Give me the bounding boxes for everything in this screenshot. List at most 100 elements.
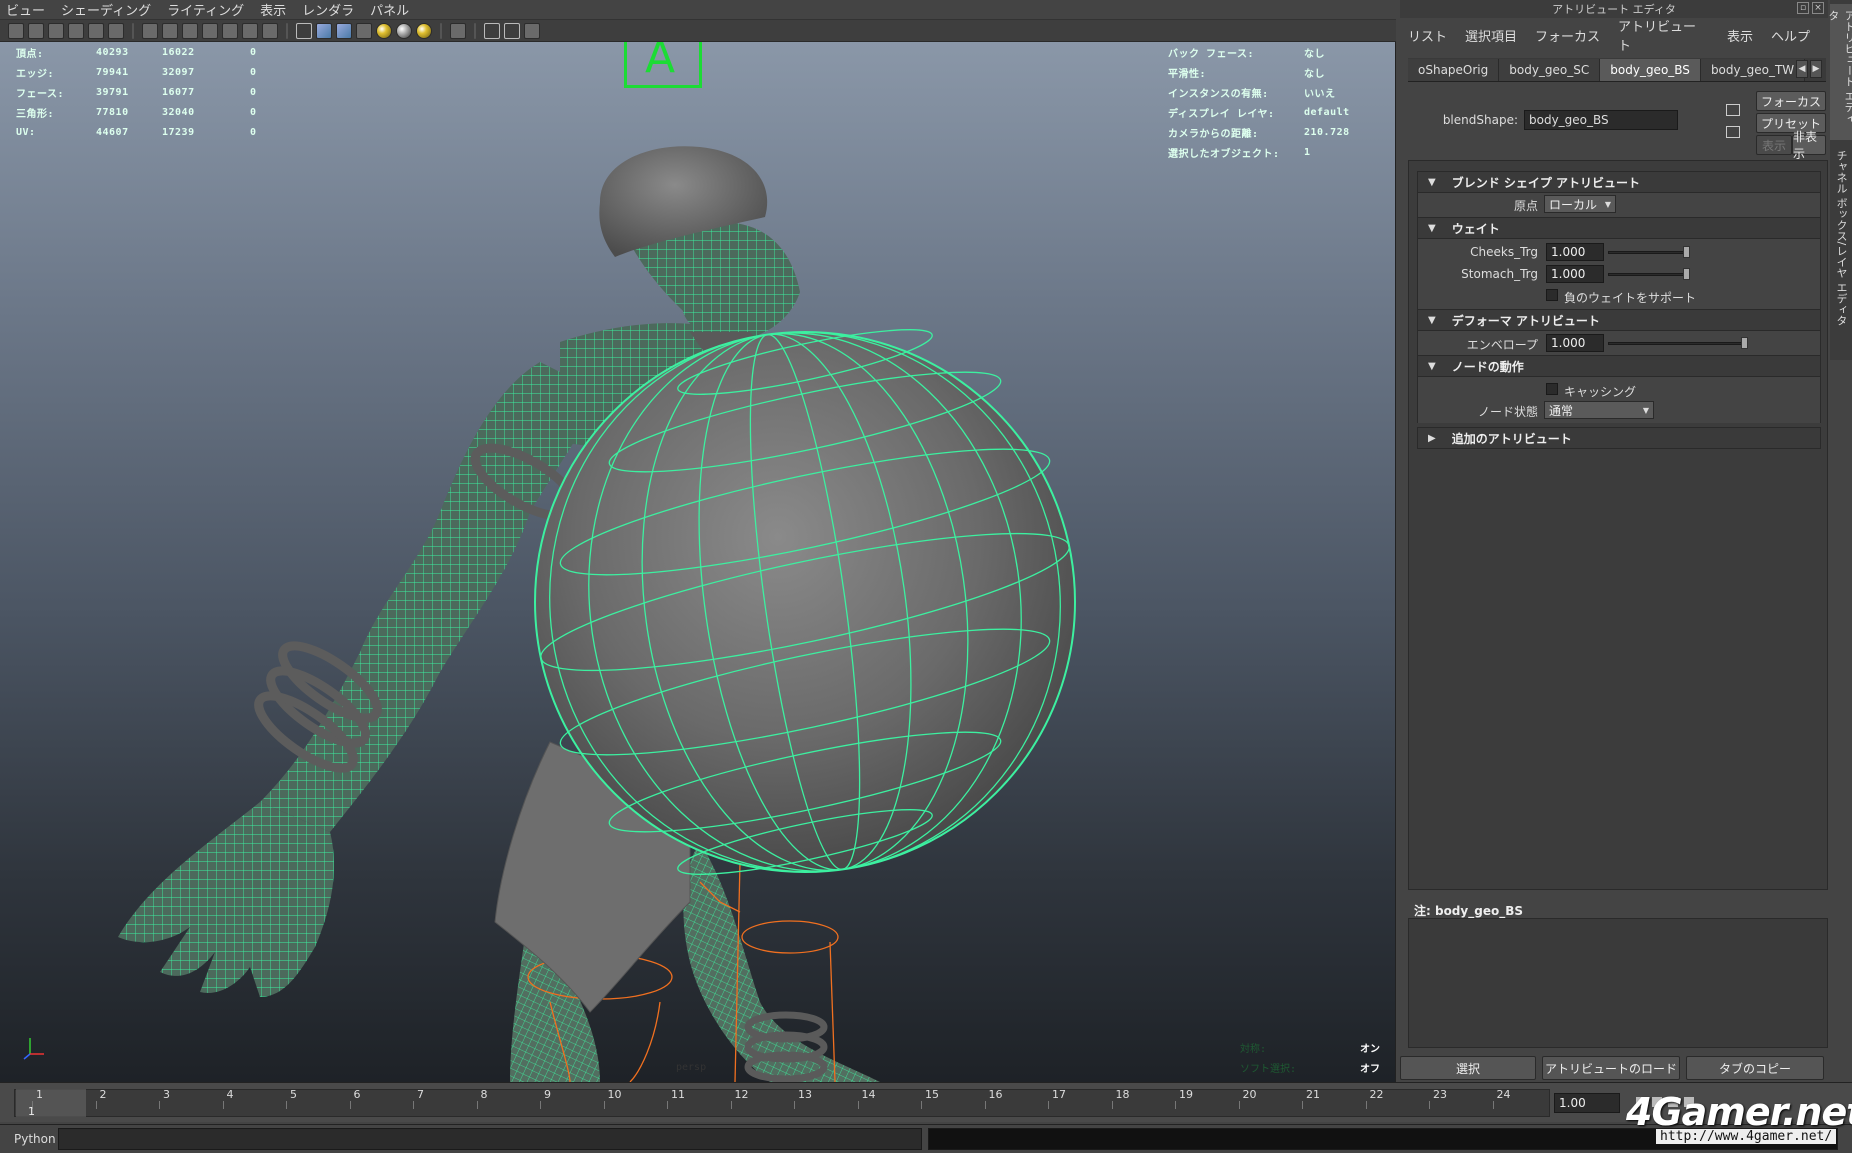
stomach-trg-slider[interactable] bbox=[1608, 268, 1690, 280]
current-frame-field[interactable]: 1.00 bbox=[1554, 1093, 1620, 1113]
resolution-gate-icon[interactable] bbox=[182, 22, 198, 39]
scene-render bbox=[118, 146, 1076, 1082]
section-blend-shape-attributes[interactable]: ▼ ブレンド シェイプ アトリビュート bbox=[1417, 171, 1821, 193]
current-time-marker[interactable] bbox=[16, 1089, 86, 1117]
float-panel-icon[interactable]: ▫ bbox=[1797, 2, 1809, 14]
xray-joints-icon[interactable] bbox=[504, 22, 520, 39]
menu-lighting[interactable]: ライティング bbox=[167, 0, 244, 19]
load-attributes-button[interactable]: アトリビュートのロード bbox=[1542, 1056, 1680, 1080]
tab-body-geo-sc[interactable]: body_geo_SC bbox=[1499, 59, 1601, 81]
menu-show[interactable]: 表示 bbox=[1727, 26, 1753, 45]
support-negative-weights-checkbox[interactable] bbox=[1546, 289, 1558, 301]
hud-label: カメラからの距離: bbox=[1168, 128, 1259, 140]
tab-body-geo-bs[interactable]: body_geo_BS bbox=[1600, 59, 1701, 81]
toolbar-divider bbox=[474, 22, 476, 39]
smooth-shade-icon[interactable] bbox=[316, 22, 332, 39]
frame-number: 6 bbox=[353, 1088, 361, 1101]
hud-value: 16077 bbox=[162, 86, 195, 98]
command-language-label[interactable]: Python bbox=[14, 1132, 56, 1146]
camera-select-icon[interactable] bbox=[8, 22, 24, 39]
viewport-menubar: ビュー シェーディング ライティング 表示 レンダラ パネル bbox=[0, 0, 1396, 20]
section-deformer-attributes[interactable]: ▼ デフォーマ アトリビュート bbox=[1417, 309, 1821, 331]
tab-scroll-right-icon[interactable]: ▶ bbox=[1810, 60, 1822, 78]
wireframe-icon[interactable] bbox=[296, 22, 312, 39]
image-plane-icon[interactable] bbox=[68, 22, 84, 39]
textured-icon[interactable] bbox=[356, 22, 372, 39]
grease-pencil-icon[interactable] bbox=[108, 22, 124, 39]
menu-attributes[interactable]: アトリビュート bbox=[1618, 16, 1709, 54]
xray-icon[interactable] bbox=[484, 22, 500, 39]
hud-row: 選択したオブジェクト: 1 bbox=[1168, 142, 1350, 162]
camera-attributes-icon[interactable] bbox=[28, 22, 44, 39]
gate-mask-icon[interactable] bbox=[202, 22, 218, 39]
cheeks-trg-slider[interactable] bbox=[1608, 246, 1690, 258]
lights-icon[interactable] bbox=[376, 22, 392, 39]
collapse-arrow-icon: ▼ bbox=[1428, 314, 1436, 326]
isolate-select-icon[interactable] bbox=[450, 22, 466, 39]
hardware-render-icon[interactable] bbox=[416, 22, 432, 39]
attribute-editor-menubar: リスト 選択項目 フォーカス アトリビュート 表示 ヘルプ bbox=[1400, 20, 1828, 54]
menu-view[interactable]: ビュー bbox=[6, 0, 45, 19]
node-name-field[interactable]: body_geo_BS bbox=[1524, 110, 1678, 130]
hud-row: 三角形: 77810 32040 0 bbox=[16, 102, 280, 122]
section-extra-attributes[interactable]: ▶ 追加のアトリビュート bbox=[1417, 427, 1821, 449]
menu-list[interactable]: リスト bbox=[1408, 26, 1447, 45]
caching-checkbox[interactable] bbox=[1546, 383, 1558, 395]
menu-renderer[interactable]: レンダラ bbox=[302, 0, 354, 19]
menu-show[interactable]: 表示 bbox=[260, 0, 286, 19]
origin-dropdown[interactable]: ローカル ▼ bbox=[1544, 195, 1616, 213]
tab-channel-box[interactable]: チャネル ボックス/レイヤ エディタ bbox=[1830, 144, 1852, 344]
tab-body-geo-tw[interactable]: body_geo_TW bbox=[1700, 59, 1806, 81]
time-slider[interactable]: 1 2 3 4 5 6 7 8 9 10 11 12 13 14 15 16 17 18 19 20 21 22 23 24 … bbox=[0, 1082, 1852, 1122]
section-weight[interactable]: ▼ ウェイト bbox=[1417, 217, 1821, 239]
film-gate-icon[interactable] bbox=[162, 22, 178, 39]
hud-label: UV: bbox=[16, 126, 36, 138]
envelope-field[interactable]: 1.000 bbox=[1546, 334, 1604, 352]
go-to-output-icon[interactable] bbox=[1726, 126, 1740, 138]
select-button[interactable]: 選択 bbox=[1400, 1056, 1536, 1080]
menu-shading[interactable]: シェーディング bbox=[61, 0, 151, 19]
tab-attribute-editor[interactable]: アトリビュート エディタ bbox=[1827, 4, 1852, 140]
menu-panels[interactable]: パネル bbox=[370, 0, 409, 19]
hide-button[interactable]: 非表示 bbox=[1792, 130, 1826, 161]
object-details-hud: バック フェース: なし 平滑性: なし インスタンスの有無: いいえ ディスプレイ … bbox=[1168, 42, 1350, 162]
tab-shape-orig[interactable]: oShapeOrig bbox=[1408, 59, 1500, 81]
safe-action-icon[interactable] bbox=[242, 22, 258, 39]
tab-scroll-left-icon[interactable]: ◀ bbox=[1796, 60, 1808, 78]
section-node-behavior[interactable]: ▼ ノードの動作 bbox=[1417, 355, 1821, 377]
cheeks-trg-field[interactable]: 1.000 bbox=[1546, 243, 1604, 261]
xray-components-icon[interactable] bbox=[524, 22, 540, 39]
menu-help[interactable]: ヘルプ bbox=[1771, 26, 1810, 45]
attribute-scroll-area[interactable]: ▼ ブレンド シェイプ アトリビュート 原点 ローカル ▼ ▼ ウェイト Che… bbox=[1408, 160, 1828, 890]
bookmark-icon[interactable] bbox=[48, 22, 64, 39]
2d-pan-zoom-icon[interactable] bbox=[88, 22, 104, 39]
slider-handle[interactable] bbox=[1683, 268, 1690, 280]
field-chart-icon[interactable] bbox=[222, 22, 238, 39]
go-to-input-icon[interactable] bbox=[1726, 104, 1740, 116]
safe-title-icon[interactable] bbox=[262, 22, 278, 39]
grid-icon[interactable] bbox=[142, 22, 158, 39]
wireframe-on-shaded-icon[interactable] bbox=[336, 22, 352, 39]
stomach-trg-field[interactable]: 1.000 bbox=[1546, 265, 1604, 283]
slider-handle[interactable] bbox=[1741, 337, 1748, 349]
focus-button[interactable]: フォーカス bbox=[1756, 91, 1826, 111]
command-input[interactable] bbox=[58, 1128, 922, 1150]
3d-viewport[interactable]: A 頂点: 40293 16022 0 エッジ: 79941 32097 0 フェース: 39… bbox=[0, 42, 1396, 1082]
hud-label: 三角形: bbox=[16, 108, 55, 120]
shadows-icon[interactable] bbox=[396, 22, 412, 39]
hud-row: バック フェース: なし bbox=[1168, 42, 1350, 62]
notes-textarea[interactable] bbox=[1408, 918, 1828, 1048]
menu-selected[interactable]: 選択項目 bbox=[1465, 26, 1517, 45]
show-button[interactable]: 表示 bbox=[1756, 135, 1792, 155]
hud-value: 39791 bbox=[96, 86, 129, 98]
notes-label: 注: body_geo_BS bbox=[1414, 904, 1523, 918]
menu-focus[interactable]: フォーカス bbox=[1535, 26, 1600, 45]
node-state-dropdown[interactable]: 通常 ▼ bbox=[1544, 401, 1654, 419]
slider-handle[interactable] bbox=[1683, 246, 1690, 258]
hud-row: ソフト選択: オフ bbox=[1240, 1057, 1380, 1077]
copy-tab-button[interactable]: タブのコピー bbox=[1686, 1056, 1824, 1080]
frame-tick bbox=[1365, 1101, 1367, 1109]
close-panel-icon[interactable]: × bbox=[1812, 2, 1824, 14]
node-type-label: blendShape: bbox=[1442, 113, 1518, 127]
envelope-slider[interactable] bbox=[1608, 337, 1748, 349]
